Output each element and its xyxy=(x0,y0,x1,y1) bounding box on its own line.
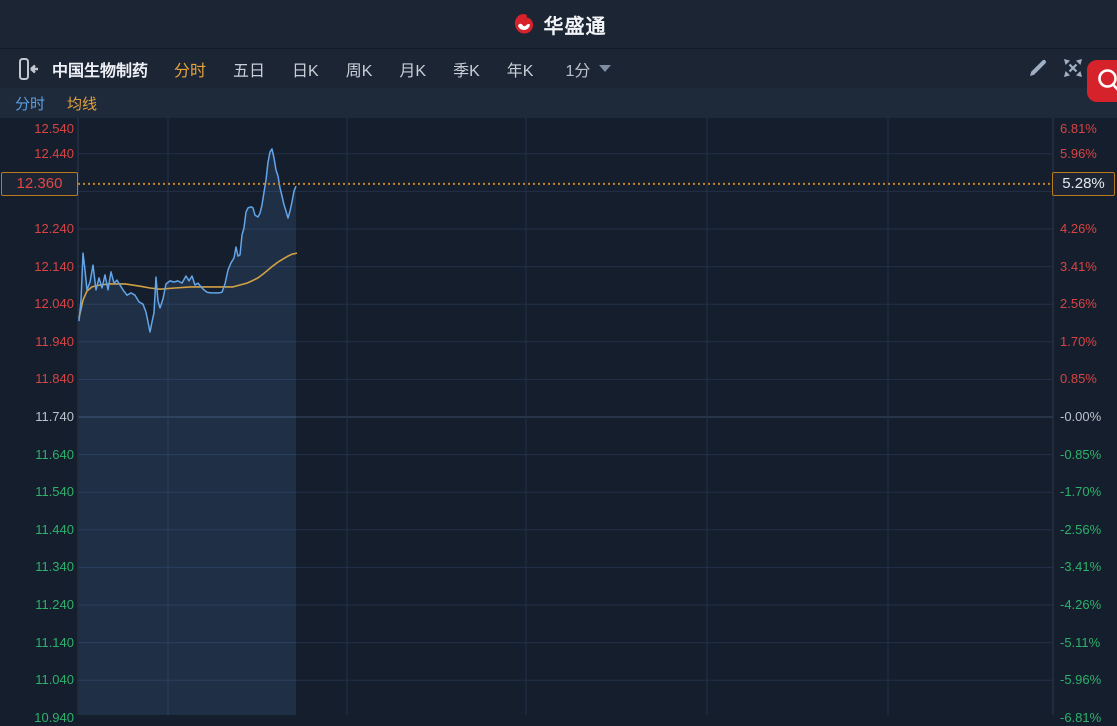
current-percent-badge: 5.28% xyxy=(1052,172,1115,196)
chart-period-tabs: 分时 五日 日K 周K 月K 季K 年K xyxy=(174,57,533,81)
app-title: 华盛通 xyxy=(543,15,607,38)
huasheng-flame-logo-icon xyxy=(511,11,537,37)
chart-toolbar: 中国生物制药 分时 五日 日K 周K 月K 季K 年K 1分 xyxy=(0,48,1117,88)
brand: 华盛通 xyxy=(511,10,607,39)
interval-dropdown[interactable]: 1分 xyxy=(565,57,612,81)
tab-month-k[interactable]: 月K xyxy=(399,57,426,81)
chevron-down-icon xyxy=(599,65,612,72)
interval-label: 1分 xyxy=(565,62,591,80)
tab-quarter-k[interactable]: 季K xyxy=(453,57,480,81)
tab-day-k[interactable]: 日K xyxy=(292,57,319,81)
tab-year-k[interactable]: 年K xyxy=(507,57,534,81)
search-icon xyxy=(1094,66,1117,96)
tab-minute[interactable]: 分时 xyxy=(174,57,206,81)
search-button[interactable] xyxy=(1087,60,1117,102)
legend-average-line[interactable]: 均线 xyxy=(67,93,97,114)
pencil-icon[interactable] xyxy=(1026,56,1050,85)
app-header: 华盛通 xyxy=(0,0,1117,48)
expand-icon[interactable] xyxy=(1060,55,1086,86)
collapse-panel-icon[interactable] xyxy=(16,56,42,82)
current-price-badge: 12.360 xyxy=(1,172,78,196)
legend-minute-line[interactable]: 分时 xyxy=(15,93,45,114)
chart-legend: 分时 均线 xyxy=(0,88,1117,118)
tab-five-day[interactable]: 五日 xyxy=(233,57,265,81)
tab-week-k[interactable]: 周K xyxy=(346,57,373,81)
stock-name: 中国生物制药 xyxy=(52,62,149,80)
